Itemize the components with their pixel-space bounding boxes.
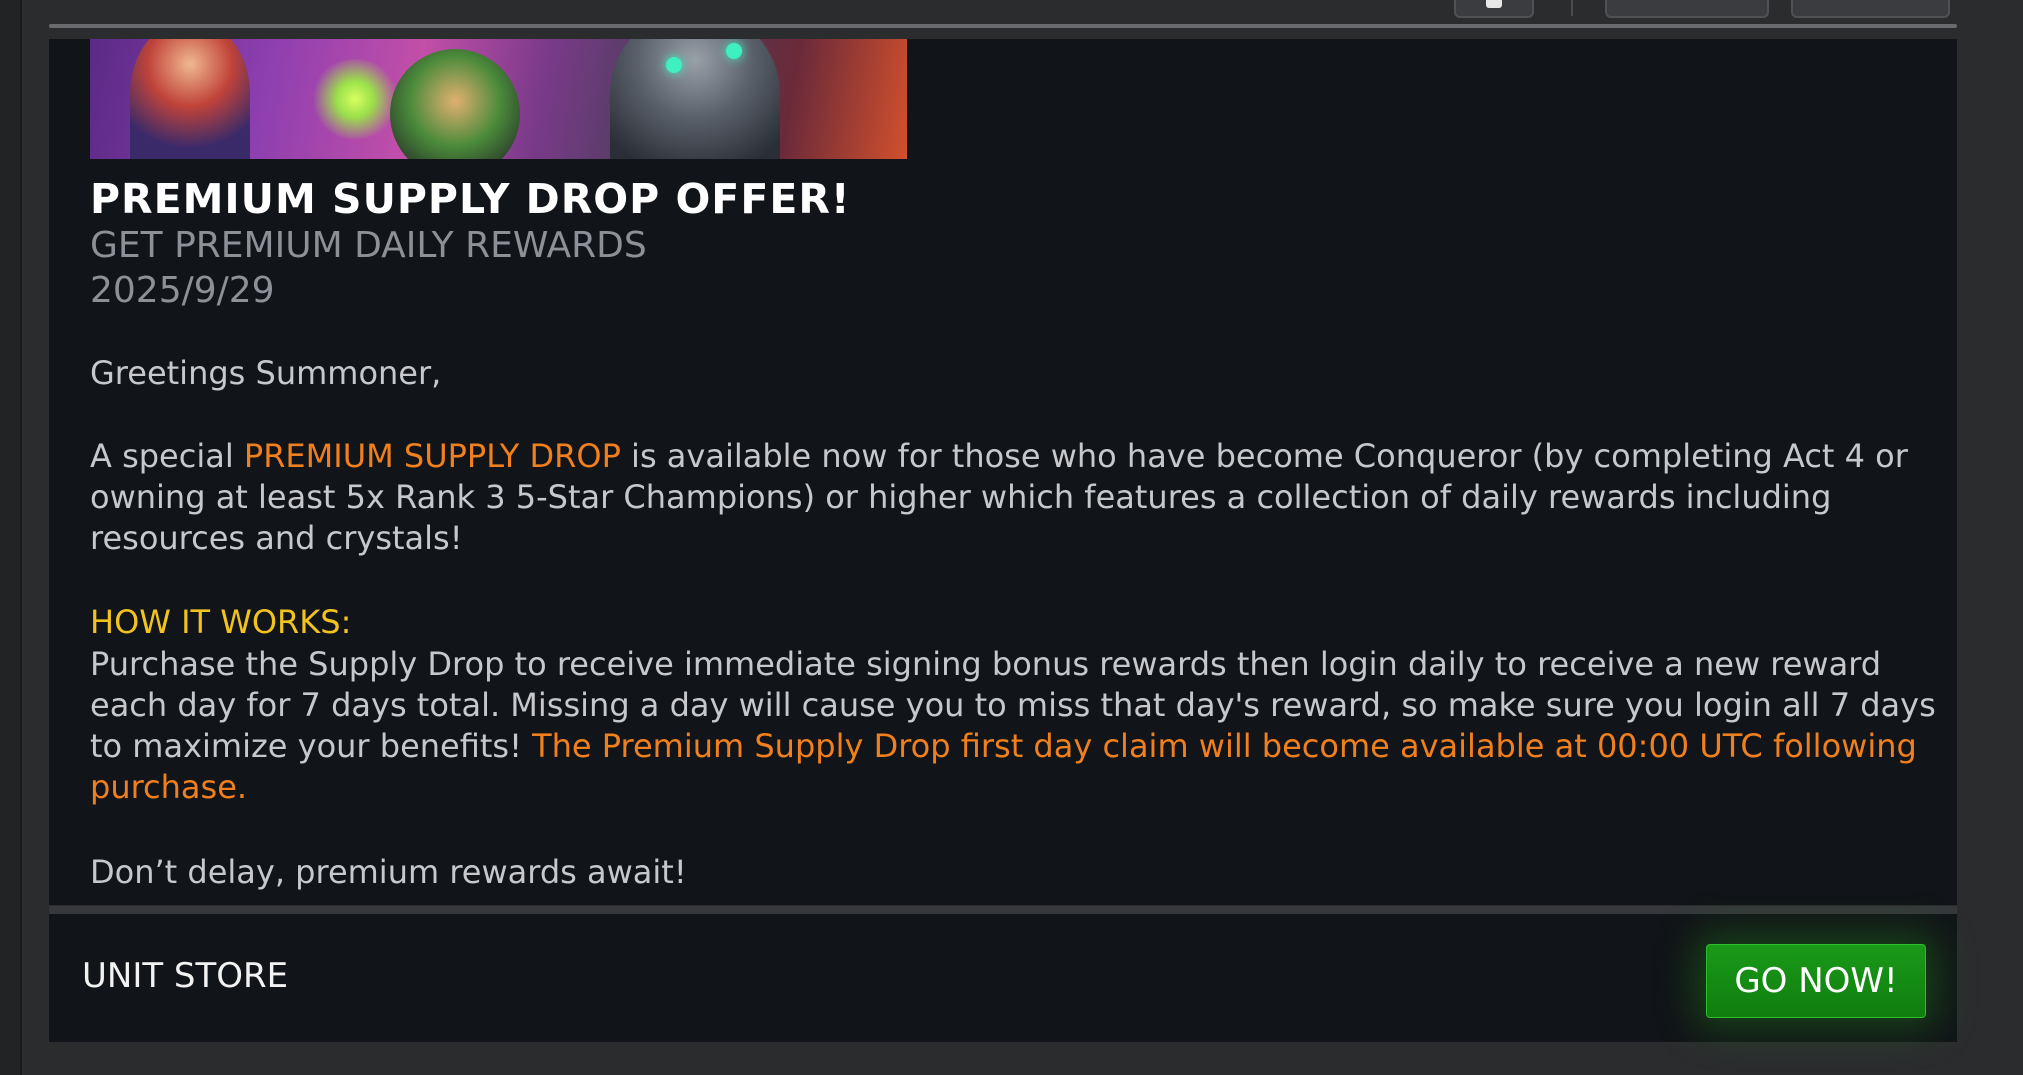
intro-prefix: A special (90, 437, 244, 475)
toolbar-separator (1571, 0, 1573, 16)
greeting-text: Greetings Summoner, (90, 354, 442, 392)
top-tab-button-1[interactable] (1605, 0, 1769, 18)
how-it-works-heading: HOW IT WORKS: (90, 603, 352, 641)
go-now-button[interactable]: GO NOW! (1706, 944, 1926, 1018)
top-icon-button[interactable] (1454, 0, 1534, 18)
banner-glow-eye (666, 57, 682, 73)
how-it-works-paragraph: Purchase the Supply Drop to receive imme… (90, 644, 1940, 808)
tab-icon (1486, 0, 1502, 8)
window-left-edge (0, 0, 22, 1075)
offer-banner-image (90, 39, 907, 159)
news-article-panel[interactable]: PREMIUM SUPPLY DROP OFFER! GET PREMIUM D… (49, 39, 1957, 905)
offer-date: 2025/9/29 (90, 270, 275, 311)
section-divider (49, 906, 1957, 914)
offer-title: PREMIUM SUPPLY DROP OFFER! (90, 175, 851, 223)
offer-subtitle: GET PREMIUM DAILY REWARDS (90, 225, 647, 266)
banner-hero-figure (390, 49, 520, 159)
destination-label: UNIT STORE (82, 956, 289, 996)
banner-hero-figure (610, 39, 780, 159)
banner-hero-figure (130, 39, 250, 159)
intro-paragraph: A special PREMIUM SUPPLY DROP is availab… (90, 436, 1940, 559)
top-toolbar (49, 0, 1957, 30)
banner-glow-eye (726, 43, 742, 59)
closing-text: Don’t delay, premium rewards await! (90, 853, 687, 891)
top-tab-button-2[interactable] (1791, 0, 1950, 18)
supply-drop-highlight: PREMIUM SUPPLY DROP (243, 437, 621, 475)
action-footer: UNIT STORE GO NOW! (49, 914, 1957, 1042)
top-divider-line (49, 24, 1957, 28)
banner-energy-glow (310, 59, 400, 139)
